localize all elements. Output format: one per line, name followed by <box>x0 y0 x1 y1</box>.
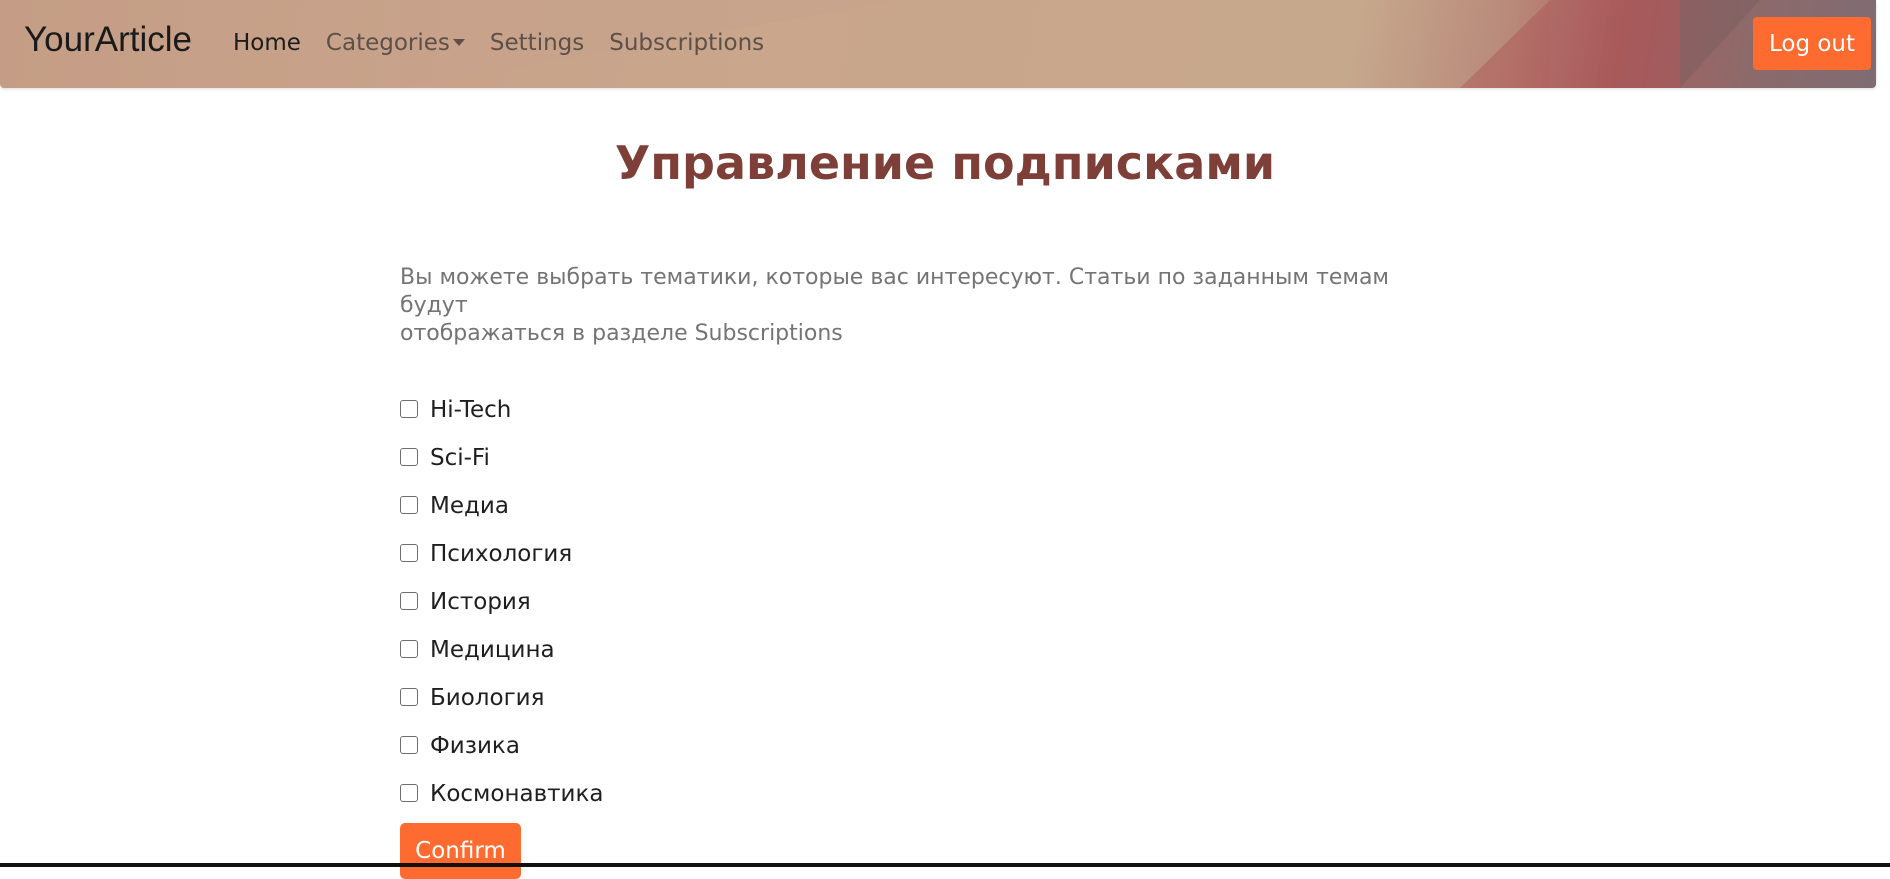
window-bottom-border <box>0 863 1890 867</box>
topic-item-hi-tech[interactable]: Hi-Tech <box>400 396 604 444</box>
confirm-button[interactable]: Confirm <box>400 823 521 879</box>
nav-link-categories-label: Categories <box>325 30 450 56</box>
navbar: YourArticle Home Categories Settings Sub… <box>0 0 1876 88</box>
description: Вы можете выбрать тематики, которые вас … <box>400 264 1450 348</box>
brand-logo[interactable]: YourArticle <box>24 20 192 60</box>
nav-link-home[interactable]: Home <box>233 30 301 56</box>
nav-link-categories[interactable]: Categories <box>326 30 465 56</box>
description-line-2: отображаться в разделе Subscriptions <box>400 321 843 346</box>
topic-checkbox[interactable] <box>400 688 418 706</box>
navbar-decor-shape <box>1460 0 1550 88</box>
topic-item-history[interactable]: История <box>400 588 604 636</box>
topic-item-physics[interactable]: Физика <box>400 732 604 780</box>
topic-item-psychology[interactable]: Психология <box>400 540 604 588</box>
logout-button[interactable]: Log out <box>1753 17 1871 70</box>
topic-label[interactable]: Hi-Tech <box>430 396 511 424</box>
topic-checkbox[interactable] <box>400 736 418 754</box>
topic-label[interactable]: Медицина <box>430 636 555 664</box>
topic-checkbox[interactable] <box>400 784 418 802</box>
topic-item-cosmonautics[interactable]: Космонавтика <box>400 780 604 828</box>
topic-label[interactable]: История <box>430 588 531 616</box>
navbar-decor-shape <box>1680 0 1760 88</box>
page-title: Управление подписками <box>614 136 1276 190</box>
topic-checkbox[interactable] <box>400 640 418 658</box>
navbar-decor-shape <box>1550 0 1680 88</box>
description-line-1: Вы можете выбрать тематики, которые вас … <box>400 265 1390 318</box>
topic-checkbox[interactable] <box>400 448 418 466</box>
topic-checkbox[interactable] <box>400 400 418 418</box>
topic-label[interactable]: Биология <box>430 684 544 712</box>
nav-links: Home Categories Settings Subscriptions <box>233 30 789 56</box>
topic-checkbox[interactable] <box>400 496 418 514</box>
topic-item-medicine[interactable]: Медицина <box>400 636 604 684</box>
topic-checkbox[interactable] <box>400 544 418 562</box>
topic-list: Hi-Tech Sci-Fi Медиа Психология История … <box>400 396 604 828</box>
topic-label[interactable]: Космонавтика <box>430 780 604 808</box>
topic-checkbox[interactable] <box>400 592 418 610</box>
topic-item-sci-fi[interactable]: Sci-Fi <box>400 444 604 492</box>
nav-link-settings[interactable]: Settings <box>490 30 584 56</box>
topic-label[interactable]: Sci-Fi <box>430 444 490 472</box>
topic-label[interactable]: Медиа <box>430 492 509 520</box>
topic-item-media[interactable]: Медиа <box>400 492 604 540</box>
nav-link-subscriptions[interactable]: Subscriptions <box>609 30 764 56</box>
chevron-down-icon <box>452 39 465 46</box>
topic-label[interactable]: Психология <box>430 540 572 568</box>
topic-item-biology[interactable]: Биология <box>400 684 604 732</box>
topic-label[interactable]: Физика <box>430 732 520 760</box>
